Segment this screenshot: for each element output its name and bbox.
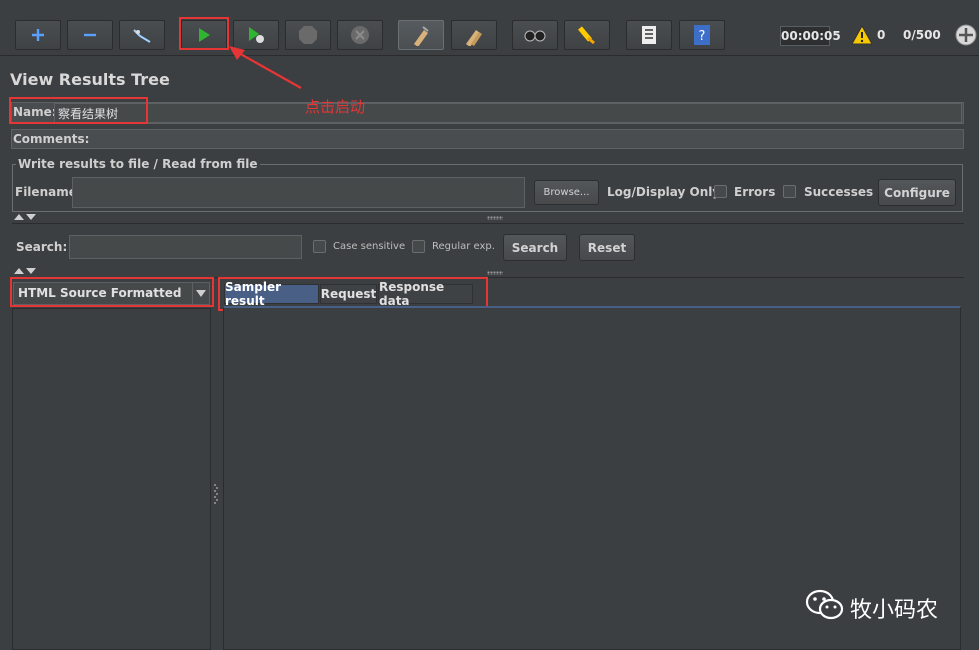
- elapsed-timer: 00:00:05: [780, 26, 841, 46]
- toolbar: ? 00:00:05 0 0/500: [0, 0, 979, 56]
- tab-response-data[interactable]: Response data: [378, 280, 473, 308]
- page-title: View Results Tree: [10, 70, 170, 89]
- add-button[interactable]: [15, 20, 61, 50]
- tab-sampler-result[interactable]: Sampler result: [224, 280, 319, 308]
- clear-all-icon: [466, 30, 482, 46]
- errors-label: Errors: [734, 185, 776, 199]
- warning-icon: [851, 25, 873, 45]
- splitter-line-2: [12, 277, 964, 278]
- start-icon: [199, 28, 210, 42]
- reset-search-icon: [578, 26, 595, 45]
- file-section-legend: Write results to file / Read from file: [16, 157, 260, 171]
- filename-label: Filename: [15, 185, 77, 199]
- start-button[interactable]: [181, 20, 227, 50]
- clear-all-button[interactable]: [451, 20, 497, 50]
- remove-icon: [84, 33, 96, 37]
- help-button[interactable]: ?: [679, 20, 725, 50]
- comments-row[interactable]: [11, 129, 964, 149]
- regex-checkbox[interactable]: [412, 240, 425, 253]
- renderer-selected: HTML Source Formatted: [18, 286, 182, 300]
- reset-search-button[interactable]: [564, 20, 610, 50]
- comments-label: Comments:: [13, 132, 90, 146]
- errors-checkbox[interactable]: [714, 185, 727, 198]
- vertical-splitter-handle[interactable]: [213, 482, 219, 512]
- chevron-down-icon: [196, 290, 206, 297]
- search-icon: [524, 30, 546, 42]
- reset-button[interactable]: Reset: [579, 234, 635, 261]
- tab-request[interactable]: Request: [320, 284, 377, 304]
- splitter-line: [12, 223, 964, 224]
- successes-checkbox[interactable]: [783, 185, 796, 198]
- pointer-arrow-icon: [229, 46, 302, 89]
- remove-button[interactable]: [67, 20, 113, 50]
- search-label: Search:: [16, 240, 68, 254]
- function-helper-button[interactable]: [626, 20, 672, 50]
- watermark-text: 牧小码农: [850, 598, 939, 623]
- toggle-button[interactable]: [119, 20, 165, 50]
- name-label: Name:: [13, 105, 57, 119]
- splitter-handle-2[interactable]: [487, 271, 503, 275]
- filename-input[interactable]: [72, 177, 525, 208]
- regex-label: Regular exp.: [432, 241, 495, 252]
- search-input[interactable]: [69, 235, 302, 259]
- log-display-label: Log/Display Only:: [607, 185, 725, 199]
- splitter-handle[interactable]: [487, 216, 503, 220]
- name-field[interactable]: [54, 103, 962, 123]
- case-sensitive-checkbox[interactable]: [313, 240, 326, 253]
- remote-start-all-icon[interactable]: [955, 24, 977, 46]
- help-icon: ?: [694, 25, 710, 45]
- collapse-arrows-icon[interactable]: [13, 213, 37, 221]
- shutdown-button[interactable]: [337, 20, 383, 50]
- start-annotation: 点击启动: [305, 98, 366, 116]
- search-tool-button[interactable]: [512, 20, 558, 50]
- svg-text:?: ?: [699, 29, 706, 44]
- shutdown-icon: [351, 26, 369, 44]
- warning-count: 0: [877, 28, 886, 42]
- toggle-icon: [133, 29, 151, 43]
- successes-label: Successes: [804, 185, 874, 199]
- clear-icon: [414, 26, 429, 46]
- thread-count: 0/500: [903, 28, 941, 42]
- search-button[interactable]: Search: [503, 234, 567, 261]
- case-sensitive-label: Case sensitive: [333, 241, 406, 252]
- collapse-arrows-2-icon[interactable]: [13, 267, 37, 275]
- name-value: 察看结果树: [58, 107, 119, 121]
- wechat-logo-icon: [805, 589, 844, 620]
- browse-button[interactable]: Browse...: [534, 180, 599, 205]
- function-helper-icon: [642, 26, 656, 44]
- add-icon: [32, 29, 44, 41]
- clear-button[interactable]: [398, 20, 444, 50]
- results-tree-pane[interactable]: [12, 308, 211, 650]
- configure-button[interactable]: Configure: [878, 179, 956, 206]
